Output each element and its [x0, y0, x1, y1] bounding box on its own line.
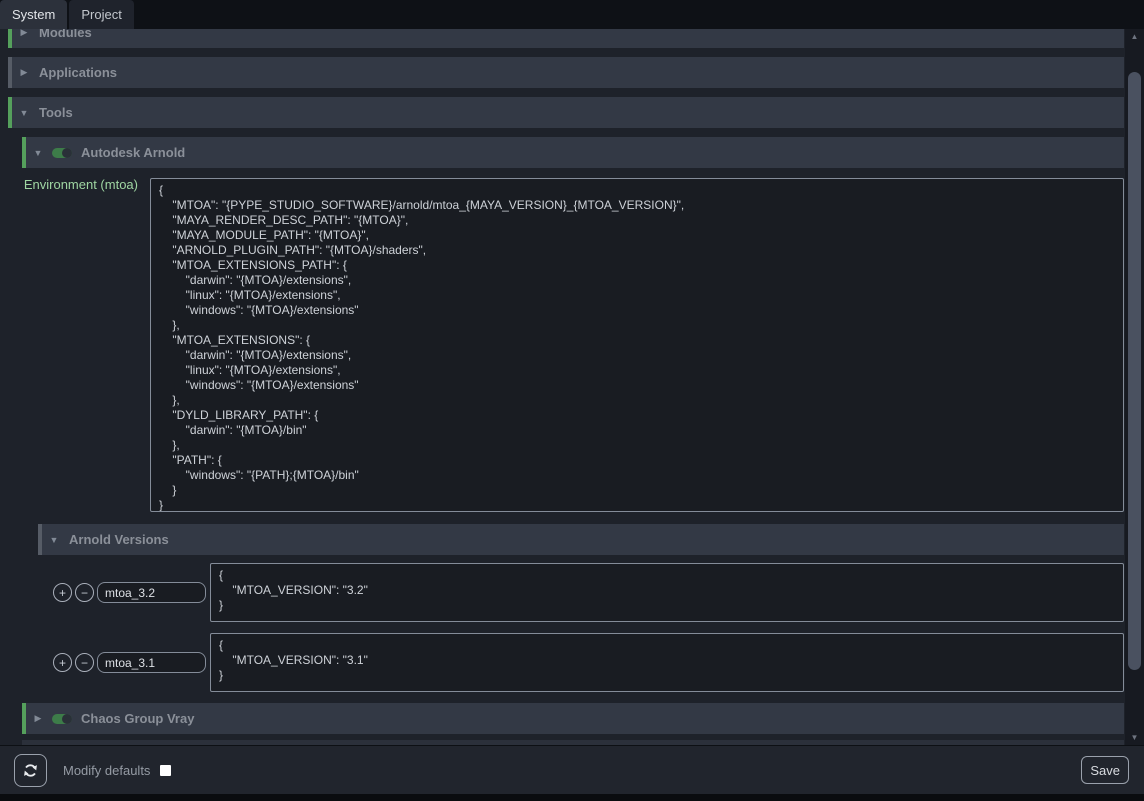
version-env-editor[interactable]: { "MTOA_VERSION": "3.1" }: [210, 633, 1124, 692]
version-name-input[interactable]: [97, 582, 206, 603]
section-header-autodesk-arnold[interactable]: ▼ Autodesk Arnold: [22, 137, 1124, 168]
scrollbar-thumb[interactable]: [1128, 72, 1141, 670]
arnold-version-row: + − { "MTOA_VERSION": "3.1" }: [38, 633, 1124, 693]
section-label-applications: Applications: [39, 65, 117, 80]
tab-bar: System Project: [0, 0, 1144, 29]
arnold-version-row: + − { "MTOA_VERSION": "3.2" }: [38, 563, 1124, 623]
modified-state-bar: [22, 137, 26, 168]
section-header-modules[interactable]: ▶ Modules: [8, 29, 1124, 48]
version-env-json[interactable]: { "MTOA_VERSION": "3.1" }: [211, 634, 1123, 687]
section-label-tools: Tools: [39, 105, 73, 120]
modified-state-bar: [22, 703, 26, 734]
tab-system[interactable]: System: [0, 0, 67, 29]
remove-version-button[interactable]: −: [75, 583, 94, 602]
version-env-json[interactable]: { "MTOA_VERSION": "3.2" }: [211, 564, 1123, 617]
environment-mtoa-json[interactable]: { "MTOA": "{PYPE_STUDIO_SOFTWARE}/arnold…: [151, 179, 1123, 512]
arnold-enabled-toggle[interactable]: [52, 148, 72, 158]
add-version-button[interactable]: +: [53, 583, 72, 602]
chevron-down-icon[interactable]: ▼: [18, 108, 30, 118]
section-label-arnold-versions: Arnold Versions: [69, 532, 169, 547]
section-modules-clipped: ▶ Modules: [8, 29, 1124, 48]
window-bottom-edge: [0, 794, 1144, 801]
toggle-knob: [62, 714, 72, 724]
version-env-editor[interactable]: { "MTOA_VERSION": "3.2" }: [210, 563, 1124, 622]
refresh-button[interactable]: [14, 754, 47, 787]
version-name-input[interactable]: [97, 652, 206, 673]
vertical-scrollbar[interactable]: ▲ ▼: [1125, 29, 1144, 745]
modified-state-bar: [38, 524, 42, 555]
footer-bar: Modify defaults Save: [0, 745, 1144, 794]
modify-defaults-checkbox[interactable]: [160, 765, 171, 776]
section-label-chaos-group-vray: Chaos Group Vray: [81, 711, 194, 726]
section-label-autodesk-arnold: Autodesk Arnold: [81, 145, 185, 160]
add-version-button[interactable]: +: [53, 653, 72, 672]
modified-state-bar: [8, 97, 12, 128]
remove-version-button[interactable]: −: [75, 653, 94, 672]
section-label-modules: Modules: [39, 29, 92, 40]
chevron-right-icon[interactable]: ▶: [18, 67, 30, 78]
refresh-icon: [22, 762, 39, 779]
tab-project[interactable]: Project: [69, 0, 133, 29]
section-header-chaos-group-vray[interactable]: ▶ Chaos Group Vray: [22, 703, 1124, 734]
chevron-down-icon[interactable]: ▼: [32, 148, 44, 158]
section-header-arnold-versions[interactable]: ▼ Arnold Versions: [38, 524, 1124, 555]
vray-enabled-toggle[interactable]: [52, 714, 72, 724]
environment-mtoa-label: Environment (mtoa): [8, 177, 138, 192]
save-button[interactable]: Save: [1081, 756, 1129, 784]
modified-state-bar: [8, 29, 12, 48]
section-header-applications[interactable]: ▶ Applications: [8, 57, 1124, 88]
chevron-right-icon[interactable]: ▶: [32, 713, 44, 724]
scroll-up-arrow-icon[interactable]: ▲: [1125, 29, 1144, 44]
chevron-down-icon[interactable]: ▼: [48, 535, 60, 545]
section-header-tools[interactable]: ▼ Tools: [8, 97, 1124, 128]
toggle-knob: [62, 148, 72, 158]
scroll-down-arrow-icon[interactable]: ▼: [1125, 730, 1144, 745]
chevron-right-icon[interactable]: ▶: [18, 29, 30, 38]
modify-defaults-label: Modify defaults: [63, 763, 150, 778]
modified-state-bar: [8, 57, 12, 88]
environment-mtoa-editor[interactable]: { "MTOA": "{PYPE_STUDIO_SOFTWARE}/arnold…: [150, 178, 1124, 512]
settings-scroll-area: ▶ Modules ▶ Applications ▼ Tools ▼ Autod…: [0, 29, 1144, 745]
